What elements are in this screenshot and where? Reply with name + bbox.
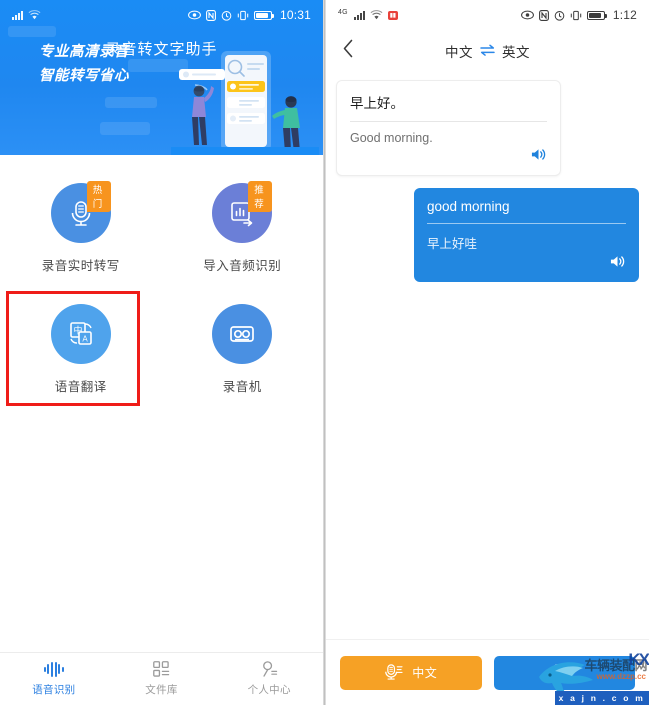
grid-list-icon bbox=[153, 661, 170, 677]
feature-label: 录音实时转写 bbox=[41, 259, 120, 273]
speaker-icon[interactable] bbox=[530, 147, 547, 167]
tab-label: 语音识别 bbox=[32, 683, 76, 696]
signal-bars-icon bbox=[12, 10, 23, 20]
speak-english-button[interactable] bbox=[493, 655, 635, 690]
network-type-label: 4G bbox=[338, 8, 348, 16]
tab-file-library[interactable]: 文件库 bbox=[108, 661, 216, 697]
message-bubble-outgoing[interactable]: good morning 早上好哇 bbox=[414, 188, 639, 282]
message-translated-text: 早上好哇 bbox=[427, 237, 478, 251]
decor-blob bbox=[105, 97, 157, 108]
hero-slogan-line2: 智能转写省心 bbox=[39, 68, 129, 84]
battery-icon bbox=[253, 10, 274, 20]
alarm-clock-icon bbox=[554, 10, 565, 21]
nfc-icon bbox=[538, 9, 549, 21]
person-icon bbox=[261, 661, 278, 677]
feature-grid-section: 热门 录音实时转写 推荐 导入音频识别 中 A 语音翻译 录音机 bbox=[0, 155, 324, 406]
feature-tile-recorder[interactable]: 录音机 bbox=[162, 290, 324, 405]
translation-conversation: 早上好。 Good morning. good morning 早上好哇 bbox=[326, 72, 649, 282]
swap-arrows-icon[interactable] bbox=[480, 43, 495, 59]
source-language-label: 中文 bbox=[445, 45, 473, 60]
eye-icon bbox=[188, 10, 201, 20]
tab-voice-recognition[interactable]: 语音识别 bbox=[0, 661, 108, 697]
decor-blob bbox=[100, 122, 150, 135]
eye-icon bbox=[520, 10, 534, 20]
target-language-label: 英文 bbox=[502, 45, 530, 60]
microphone-text-icon bbox=[384, 663, 403, 683]
speaker-icon[interactable] bbox=[609, 254, 626, 274]
right-phone-screen: 4G ▮▮ 1:12 中文 英文 早上好。 Good morning. good… bbox=[326, 0, 649, 705]
vibrate-icon bbox=[570, 10, 582, 21]
tab-label: 个人中心 bbox=[247, 684, 291, 696]
feature-badge-recommended: 推荐 bbox=[248, 181, 273, 212]
message-bubble-incoming[interactable]: 早上好。 Good morning. bbox=[336, 80, 561, 176]
dual-phone-screenshot: 10:31 录音转文字助手 专业高清录音 智能转写省心 热门 录音实时转写 推荐… bbox=[0, 0, 649, 705]
status-time: 10:31 bbox=[279, 8, 311, 22]
battery-icon bbox=[586, 10, 607, 20]
microphone-text-icon bbox=[550, 663, 569, 683]
cassette-recorder-icon bbox=[212, 304, 273, 364]
feature-badge-hot: 热门 bbox=[86, 181, 111, 212]
bottom-tab-bar: 语音识别 文件库 个人中心 bbox=[0, 652, 323, 705]
vibrate-icon bbox=[237, 10, 249, 21]
feature-tile-voice-translate[interactable]: 中 A 语音翻译 bbox=[0, 290, 162, 406]
feature-label: 导入音频识别 bbox=[203, 259, 282, 273]
speak-chinese-button[interactable]: 中文 bbox=[340, 655, 482, 690]
signal-bars-icon bbox=[353, 10, 365, 20]
svg-text:A: A bbox=[82, 335, 88, 344]
feature-grid: 热门 录音实时转写 推荐 导入音频识别 中 A 语音翻译 录音机 bbox=[0, 169, 324, 406]
feature-tile-record-transcribe[interactable]: 热门 录音实时转写 bbox=[0, 169, 162, 284]
language-pair-selector[interactable]: 中文 英文 bbox=[326, 41, 649, 61]
feature-tile-import-audio[interactable]: 推荐 导入音频识别 bbox=[162, 169, 324, 284]
waveform-icon bbox=[43, 661, 65, 677]
back-chevron-icon[interactable] bbox=[342, 39, 354, 64]
right-status-bar: 4G ▮▮ 1:12 bbox=[326, 0, 649, 30]
nfc-icon bbox=[206, 9, 216, 21]
feature-label: 语音翻译 bbox=[54, 380, 107, 394]
feature-label: 录音机 bbox=[222, 380, 262, 394]
hero-slogan: 专业高清录音 智能转写省心 bbox=[39, 40, 129, 88]
alarm-clock-icon bbox=[221, 10, 232, 21]
translate-icon: 中 A bbox=[50, 304, 111, 364]
left-phone-screen: 10:31 录音转文字助手 专业高清录音 智能转写省心 热门 录音实时转写 推荐… bbox=[0, 0, 323, 705]
translation-footer: 中文 bbox=[326, 639, 649, 705]
speak-button-label: 中文 bbox=[412, 666, 438, 680]
message-source-text: 早上好。 bbox=[350, 96, 404, 111]
message-source-text: good morning bbox=[427, 199, 510, 214]
wifi-icon bbox=[370, 10, 383, 20]
status-time: 1:12 bbox=[612, 8, 637, 22]
people-with-phone-illustration bbox=[171, 51, 319, 155]
hero-slogan-line1: 专业高清录音 bbox=[39, 44, 129, 60]
translation-header: 中文 英文 bbox=[326, 30, 649, 72]
red-sim-badge-icon: ▮▮ bbox=[387, 10, 398, 20]
wifi-icon bbox=[28, 10, 41, 20]
left-status-bar: 10:31 bbox=[0, 0, 323, 30]
tab-label: 文件库 bbox=[145, 684, 178, 696]
message-translated-text: Good morning. bbox=[350, 131, 433, 145]
tab-personal-center[interactable]: 个人中心 bbox=[215, 661, 323, 697]
